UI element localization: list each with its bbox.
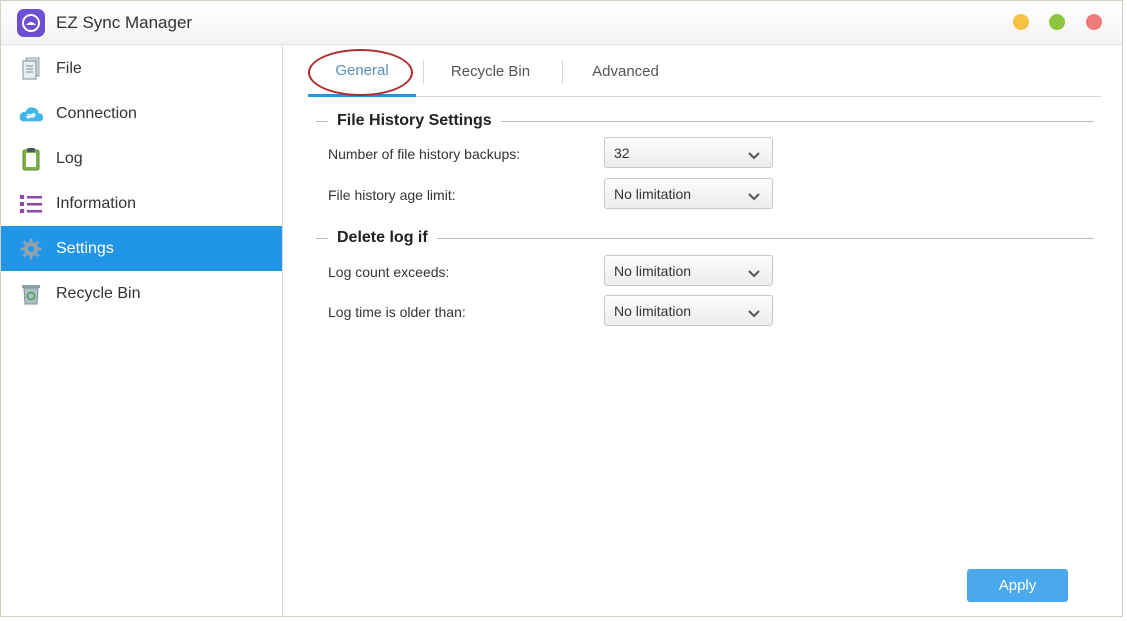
log-time-label: Log time is older than: — [328, 304, 466, 320]
section-title: File History Settings — [337, 112, 492, 129]
log-time-select[interactable]: No limitation — [604, 295, 773, 326]
tab-recycle-bin[interactable]: Recycle Bin — [433, 46, 548, 97]
sidebar-item-file[interactable]: File — [1, 46, 282, 91]
file-icon — [18, 56, 44, 82]
divider — [500, 120, 1094, 122]
tab-advanced[interactable]: Advanced — [573, 46, 678, 97]
gear-icon — [18, 236, 44, 262]
apply-button[interactable]: Apply — [967, 569, 1068, 602]
sidebar-item-label: Settings — [56, 239, 114, 257]
backups-select[interactable]: 32 — [604, 137, 773, 168]
sidebar-item-label: Recycle Bin — [56, 284, 141, 302]
log-count-select[interactable]: No limitation — [604, 255, 773, 286]
divider — [316, 120, 328, 122]
select-value: No limitation — [614, 185, 692, 202]
backups-label: Number of file history backups: — [328, 146, 521, 162]
sidebar-item-label: File — [56, 59, 82, 77]
sidebar-item-label: Log — [56, 149, 83, 167]
age-limit-select[interactable]: No limitation — [604, 178, 773, 209]
title-bar: EZ Sync Manager — [1, 1, 1122, 45]
sidebar-item-label: Information — [56, 194, 137, 212]
file-history-section-header: File History Settings — [316, 110, 1094, 132]
chevron-down-icon — [748, 147, 760, 163]
app-window: EZ Sync Manager File Connection Log Info… — [0, 0, 1123, 617]
select-value: No limitation — [614, 262, 692, 279]
tab-divider — [423, 60, 424, 84]
select-value: 32 — [614, 144, 630, 161]
sidebar-item-label: Connection — [56, 104, 137, 122]
list-icon — [18, 191, 44, 217]
settings-panel: General Recycle Bin Advanced File Histor… — [284, 46, 1122, 616]
delete-log-section-header: Delete log if — [316, 227, 1094, 249]
divider — [316, 237, 328, 239]
window-title: EZ Sync Manager — [56, 13, 193, 32]
chevron-down-icon — [748, 305, 760, 321]
section-title: Delete log if — [337, 229, 428, 246]
log-count-label: Log count exceeds: — [328, 264, 450, 280]
tab-divider — [562, 60, 563, 84]
tab-general[interactable]: General — [308, 46, 416, 97]
close-button[interactable] — [1086, 14, 1102, 30]
sidebar-item-information[interactable]: Information — [1, 181, 282, 226]
chevron-down-icon — [748, 265, 760, 281]
divider — [436, 237, 1094, 239]
tab-bar: General Recycle Bin Advanced — [308, 46, 1101, 97]
chevron-down-icon — [748, 188, 760, 204]
cloud-sync-icon — [18, 101, 44, 127]
clipboard-icon — [18, 146, 44, 172]
select-value: No limitation — [614, 302, 692, 319]
age-limit-label: File history age limit: — [328, 187, 456, 203]
tab-label: Advanced — [592, 63, 659, 80]
tab-label: Recycle Bin — [450, 63, 531, 80]
minimize-button[interactable] — [1013, 14, 1029, 30]
maximize-button[interactable] — [1049, 14, 1065, 30]
sidebar-item-log[interactable]: Log — [1, 136, 282, 181]
sidebar-item-settings[interactable]: Settings — [1, 226, 282, 271]
sidebar-item-recycle-bin[interactable]: Recycle Bin — [1, 271, 282, 316]
recycle-bin-icon — [18, 281, 44, 307]
tab-label: General — [335, 61, 389, 79]
sidebar-item-connection[interactable]: Connection — [1, 91, 282, 136]
sidebar: File Connection Log Information Settings… — [1, 46, 283, 616]
app-logo-icon — [17, 9, 45, 37]
